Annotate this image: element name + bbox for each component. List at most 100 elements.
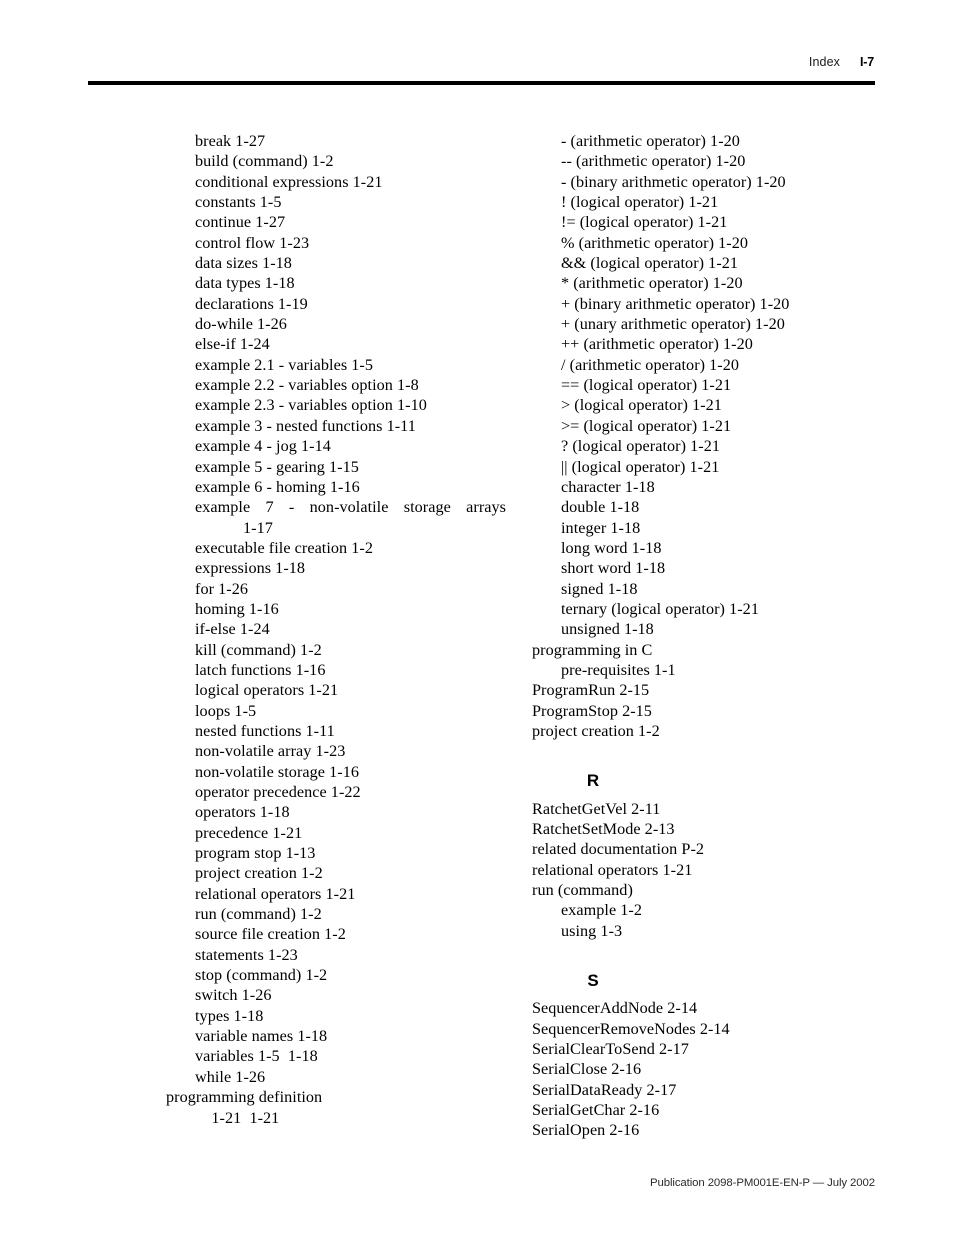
index-entry: data types 1-18 — [195, 274, 295, 293]
index-entry: example 3 - nested functions 1-11 — [195, 416, 416, 435]
publication-line: Publication 2098-PM001E-EN-P — July 2002 — [650, 1177, 875, 1189]
index-entry: - (arithmetic operator) 1-20 — [561, 132, 740, 150]
index-entry: * (arithmetic operator) 1-20 — [561, 274, 743, 293]
index-entry: && (logical operator) 1-21 — [561, 254, 739, 273]
section-letter-heading: S — [587, 971, 599, 991]
index-entry: run (command) 1-2 — [195, 905, 322, 924]
index-entry: long word 1-18 — [561, 538, 662, 557]
index-entry: else-if 1-24 — [195, 335, 270, 354]
index-entry: example 2.2 - variables option 1-8 — [195, 376, 419, 395]
index-entry: RatchetSetMode 2-13 — [532, 820, 675, 838]
index-entry: for 1-26 — [195, 579, 248, 598]
index-entry: source file creation 1-2 — [195, 925, 346, 944]
index-entry: types 1-18 — [195, 1006, 264, 1025]
index-entry: != (logical operator) 1-21 — [561, 213, 728, 232]
index-entry: + (binary arithmetic operator) 1-20 — [561, 294, 790, 313]
index-entry: SerialClearToSend 2-17 — [532, 1040, 689, 1059]
index-entry: stop (command) 1-2 — [195, 966, 328, 985]
index-entry: program stop 1-13 — [195, 844, 316, 863]
index-entry: break 1-27 — [195, 132, 266, 150]
index-column-left: break 1-27 build (command) 1-2 conditional… — [166, 131, 506, 1141]
index-entry-continuation: 1-17 — [243, 518, 273, 537]
index-entry: pre-requisites 1-1 — [561, 660, 676, 679]
page-footer: Publication 2098-PM001E-EN-P — July 2002 — [88, 1177, 875, 1189]
index-entry: SerialDataReady 2-17 — [532, 1080, 677, 1099]
index-entry: > (logical operator) 1-21 — [561, 396, 722, 415]
index-entry: non-volatile array 1-23 — [195, 742, 346, 761]
index-entry: == (logical operator) 1-21 — [561, 376, 732, 395]
index-entry-text: example 7 - non-volatile storage arrays — [195, 498, 506, 517]
index-entry: precedence 1-21 — [195, 823, 303, 842]
index-entry: variables 1-5 1-18 — [195, 1047, 318, 1066]
index-entry: ternary (logical operator) 1-21 — [561, 599, 759, 618]
index-column-right: - (arithmetic operator) 1-20 -- (arithmet… — [532, 131, 876, 1141]
index-entry: if-else 1-24 — [195, 620, 270, 639]
index-entry: variable names 1-18 — [195, 1027, 328, 1046]
index-entry: + (unary arithmetic operator) 1-20 — [561, 315, 785, 334]
index-entry: character 1-18 — [561, 477, 655, 496]
index-entry: homing 1-16 — [195, 599, 279, 618]
index-entry: data sizes 1-18 — [195, 254, 292, 273]
index-entry: SerialClose 2-16 — [532, 1060, 642, 1079]
index-entry: relational operators 1-21 — [195, 884, 356, 903]
page-header: Index I-7 — [88, 56, 875, 85]
index-entry: run (command) — [532, 881, 633, 900]
index-entry: 1-21 1-21 — [195, 1108, 280, 1127]
index-entry: RatchetGetVel 2-11 — [532, 799, 661, 818]
page-number: I-7 — [860, 55, 874, 69]
index-entry: project creation 1-2 — [532, 721, 660, 740]
index-entry: conditional expressions 1-21 — [195, 172, 383, 191]
index-entry: ProgramStop 2-15 — [532, 701, 652, 720]
index-entry: example 2.3 - variables option 1-10 — [195, 396, 427, 415]
index-entry: double 1-18 — [561, 498, 640, 517]
header-rule — [88, 80, 875, 85]
index-entry: statements 1-23 — [195, 945, 298, 964]
index-entry: programming in C — [532, 640, 653, 659]
index-entry: example 5 - gearing 1-15 — [195, 457, 359, 476]
index-entry: example 2.1 - variables 1-5 — [195, 355, 373, 374]
index-entry: project creation 1-2 — [195, 864, 323, 883]
index-entry: while 1-26 — [195, 1067, 266, 1086]
header-labels: Index I-7 — [88, 56, 875, 69]
index-entry: related documentation P-2 — [532, 840, 705, 859]
index-entry: -- (arithmetic operator) 1-20 — [561, 152, 746, 171]
index-entry: ! (logical operator) 1-21 — [561, 193, 719, 212]
index-entry: integer 1-18 — [561, 518, 641, 537]
index-entry: >= (logical operator) 1-21 — [561, 416, 732, 435]
index-entry: non-volatile storage 1-16 — [195, 762, 359, 781]
index-entry: SerialOpen 2-16 — [532, 1121, 640, 1140]
index-entry: - (binary arithmetic operator) 1-20 — [561, 172, 786, 191]
index-entry: operator precedence 1-22 — [195, 783, 361, 801]
index-entry: constants 1-5 — [195, 193, 282, 212]
index-entry: operators 1-18 — [195, 803, 290, 822]
index-entry: expressions 1-18 — [195, 559, 306, 578]
index-entry: SerialGetChar 2-16 — [532, 1101, 660, 1120]
index-entry: kill (command) 1-2 — [195, 640, 322, 659]
index-entry: SequencerAddNode 2-14 — [532, 999, 698, 1018]
index-entry: continue 1-27 — [195, 213, 286, 232]
index-entry: relational operators 1-21 — [532, 860, 693, 879]
section-letter-heading: R — [586, 771, 600, 791]
index-entry: using 1-3 — [561, 921, 623, 940]
index-entry: declarations 1-19 — [195, 294, 308, 313]
header-section-label: Index — [808, 55, 840, 69]
index-body: break 1-27 build (command) 1-2 conditional… — [0, 131, 954, 1141]
index-entry: ++ (arithmetic operator) 1-20 — [561, 335, 753, 354]
index-entry: signed 1-18 — [561, 579, 638, 598]
index-entry: SequencerRemoveNodes 2-14 — [532, 1019, 730, 1038]
index-entry: loops 1-5 — [195, 701, 257, 720]
index-entry: control flow 1-23 — [195, 233, 310, 252]
index-entry: switch 1-26 — [195, 986, 272, 1005]
index-entry: ProgramRun 2-15 — [532, 681, 650, 700]
index-entry: || (logical operator) 1-21 — [561, 457, 720, 476]
index-entry: latch functions 1-16 — [195, 660, 326, 679]
index-entry: example 1-2 — [561, 901, 643, 920]
index-entry: executable file creation 1-2 — [195, 538, 374, 557]
index-entry: unsigned 1-18 — [561, 620, 654, 639]
index-entry: example 4 - jog 1-14 — [195, 437, 331, 456]
index-entry: build (command) 1-2 — [195, 152, 334, 171]
